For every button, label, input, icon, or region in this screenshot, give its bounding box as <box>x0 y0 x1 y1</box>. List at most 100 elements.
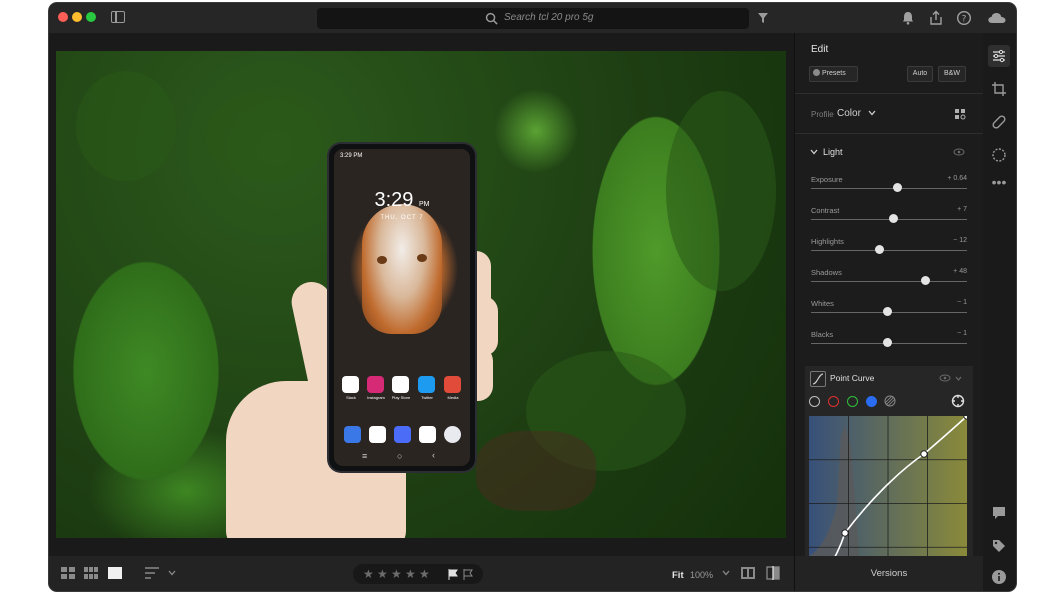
channel-red-button[interactable] <box>828 396 839 407</box>
app-icon-instagram[interactable] <box>367 376 384 393</box>
share-icon[interactable] <box>928 10 944 26</box>
slider-thumb[interactable] <box>889 214 899 223</box>
edited-photo[interactable]: 3:29 PM 3:29 PM THU, OCT 7 Slack Instagr… <box>56 51 786 538</box>
more-icon[interactable]: ••• <box>991 174 1007 190</box>
dock-icon-chrome[interactable] <box>419 426 436 443</box>
split-view-icon[interactable] <box>766 566 780 580</box>
slider-thumb[interactable] <box>874 245 884 254</box>
slider-thumb[interactable] <box>893 183 903 192</box>
slider-value[interactable]: − 1 <box>957 330 967 337</box>
slider-thumb[interactable] <box>883 307 893 316</box>
app-label: Instagram <box>367 395 385 400</box>
slider-track[interactable] <box>811 250 967 251</box>
flag-icon[interactable] <box>448 569 458 580</box>
search-input[interactable]: Search tcl 20 pro 5g <box>504 12 594 23</box>
dock-icon-photos[interactable] <box>369 426 386 443</box>
slider-thumb[interactable] <box>921 276 931 285</box>
star-icon[interactable]: ★ <box>363 567 374 581</box>
slider-value[interactable]: + 7 <box>957 206 967 213</box>
nav-menu-icon[interactable]: ≡ <box>362 451 367 461</box>
slider-value[interactable]: + 0.64 <box>947 175 967 182</box>
star-icon[interactable]: ★ <box>405 567 416 581</box>
nav-home-icon[interactable]: ○ <box>397 451 402 461</box>
profile-dropdown[interactable]: Color <box>837 108 876 119</box>
zoom-window-button[interactable] <box>86 12 96 22</box>
slider-value[interactable]: − 1 <box>957 299 967 306</box>
filter-icon[interactable] <box>757 12 769 24</box>
healing-icon[interactable] <box>991 114 1007 130</box>
zoom-level[interactable]: 100% <box>690 570 713 580</box>
help-icon[interactable]: ? <box>956 10 972 26</box>
app-label: Play Store <box>391 395 411 400</box>
slider-thumb[interactable] <box>883 338 893 347</box>
slider-label: Contrast <box>811 206 840 215</box>
star-icon[interactable]: ★ <box>391 567 402 581</box>
chevron-down-icon[interactable] <box>810 149 818 155</box>
chevron-down-icon[interactable] <box>168 570 176 576</box>
slider-value[interactable]: + 48 <box>953 268 967 275</box>
parametric-curve-icon[interactable] <box>884 395 896 407</box>
close-window-button[interactable] <box>58 12 68 22</box>
channel-green-button[interactable] <box>847 396 858 407</box>
slider-blacks[interactable]: Blacks − 1 <box>811 330 967 358</box>
bell-icon[interactable] <box>900 10 916 26</box>
divider <box>795 133 983 134</box>
slider-contrast[interactable]: Contrast + 7 <box>811 206 967 234</box>
cloud-icon[interactable] <box>987 10 1007 26</box>
slider-track[interactable] <box>811 188 967 189</box>
sort-icon[interactable] <box>145 567 159 579</box>
edit-sliders-icon[interactable] <box>988 45 1010 67</box>
comment-icon[interactable] <box>991 505 1007 521</box>
presets-icon <box>813 69 820 76</box>
versions-button[interactable]: Versions <box>794 556 983 591</box>
reject-flag-icon[interactable] <box>463 569 473 580</box>
sidebar-toggle-icon[interactable] <box>111 11 125 23</box>
section-light-header[interactable]: Light <box>823 147 843 157</box>
clock-time: 3:29 <box>374 189 414 211</box>
app-label: Media <box>447 395 459 400</box>
slider-exposure[interactable]: Exposure + 0.64 <box>811 175 967 203</box>
channel-blue-button[interactable] <box>866 396 877 407</box>
info-icon[interactable] <box>991 569 1007 585</box>
tag-icon[interactable] <box>991 538 1007 554</box>
presets-label: Presets <box>822 70 846 77</box>
slider-value[interactable]: − 12 <box>953 237 967 244</box>
eye-icon[interactable] <box>953 147 965 157</box>
curve-icon[interactable] <box>810 371 826 387</box>
lightroom-window: Search tcl 20 pro 5g ? 3:29 PM 3:29 PM T… <box>49 3 1016 591</box>
single-view-icon[interactable] <box>108 567 122 579</box>
fit-zoom-button[interactable]: Fit <box>672 570 684 581</box>
slider-shadows[interactable]: Shadows + 48 <box>811 268 967 296</box>
crop-icon[interactable] <box>991 81 1007 97</box>
slider-whites[interactable]: Whites − 1 <box>811 299 967 327</box>
nav-back-icon[interactable]: ‹ <box>432 450 435 460</box>
masking-icon[interactable] <box>991 147 1007 163</box>
app-icon-play-store[interactable] <box>392 376 409 393</box>
app-icon-media[interactable] <box>444 376 461 393</box>
channel-rgb-button[interactable] <box>809 396 820 407</box>
dock-icon-camera[interactable] <box>444 426 461 443</box>
dock-icon-phone[interactable] <box>344 426 361 443</box>
app-icon-slack[interactable] <box>342 376 359 393</box>
minimize-window-button[interactable] <box>72 12 82 22</box>
search-bar[interactable]: Search tcl 20 pro 5g <box>317 8 749 29</box>
compare-icon[interactable] <box>741 567 755 579</box>
grid-small-icon[interactable] <box>84 567 98 579</box>
presets-button[interactable]: Presets <box>809 66 858 82</box>
slider-track[interactable] <box>811 281 967 282</box>
app-icon-twitter[interactable] <box>418 376 435 393</box>
slider-highlights[interactable]: Highlights − 12 <box>811 237 967 265</box>
profile-browser-icon[interactable] <box>954 108 966 120</box>
eye-icon[interactable] <box>939 373 951 383</box>
chevron-down-icon[interactable] <box>722 570 730 576</box>
dock-icon-messages[interactable] <box>394 426 411 443</box>
target-adjustment-icon[interactable] <box>951 394 965 408</box>
chevron-down-icon[interactable] <box>955 376 962 381</box>
star-icon[interactable]: ★ <box>419 567 430 581</box>
auto-button[interactable]: Auto <box>907 66 933 82</box>
grid-large-icon[interactable] <box>61 567 75 579</box>
star-icon[interactable]: ★ <box>377 567 388 581</box>
photo-viewer: 3:29 PM 3:29 PM THU, OCT 7 Slack Instagr… <box>49 33 794 556</box>
bw-button[interactable]: B&W <box>938 66 966 82</box>
slider-label: Blacks <box>811 330 834 339</box>
